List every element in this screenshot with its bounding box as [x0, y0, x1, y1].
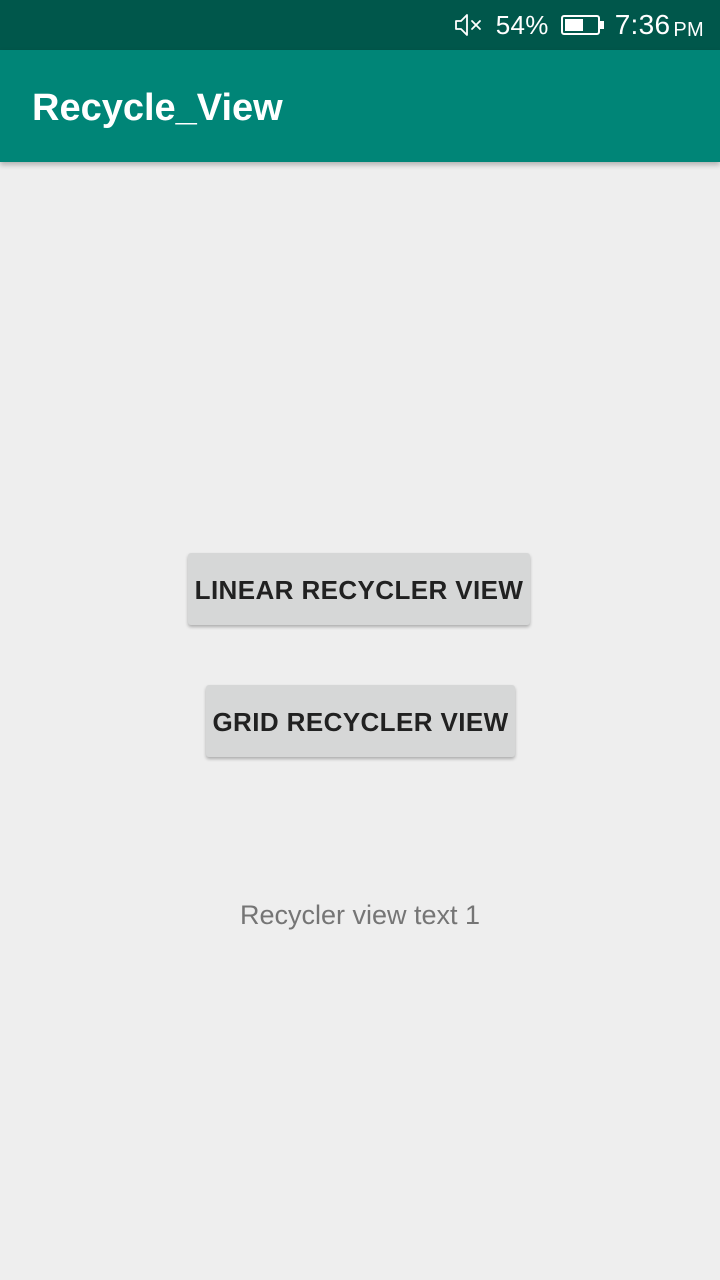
clock-am-pm: PM — [673, 19, 704, 41]
status-bar: 54% 7:36 PM — [0, 0, 720, 50]
status-indicators: 54% 7:36 PM — [454, 0, 704, 50]
linear-recycler-view-button[interactable]: LINEAR RECYCLER VIEW — [188, 553, 530, 625]
grid-recycler-view-button[interactable]: GRID RECYCLER VIEW — [206, 685, 515, 757]
app-bar: Recycle_View — [0, 50, 720, 162]
recycler-view-text: Recycler view text 1 — [239, 900, 481, 930]
battery-icon — [560, 14, 605, 36]
clock: 7:36 PM — [615, 9, 704, 41]
mute-icon — [454, 12, 484, 38]
clock-time: 7:36 — [614, 9, 671, 40]
app-title: Recycle_View — [32, 87, 283, 129]
battery-percent: 54% — [495, 9, 549, 40]
